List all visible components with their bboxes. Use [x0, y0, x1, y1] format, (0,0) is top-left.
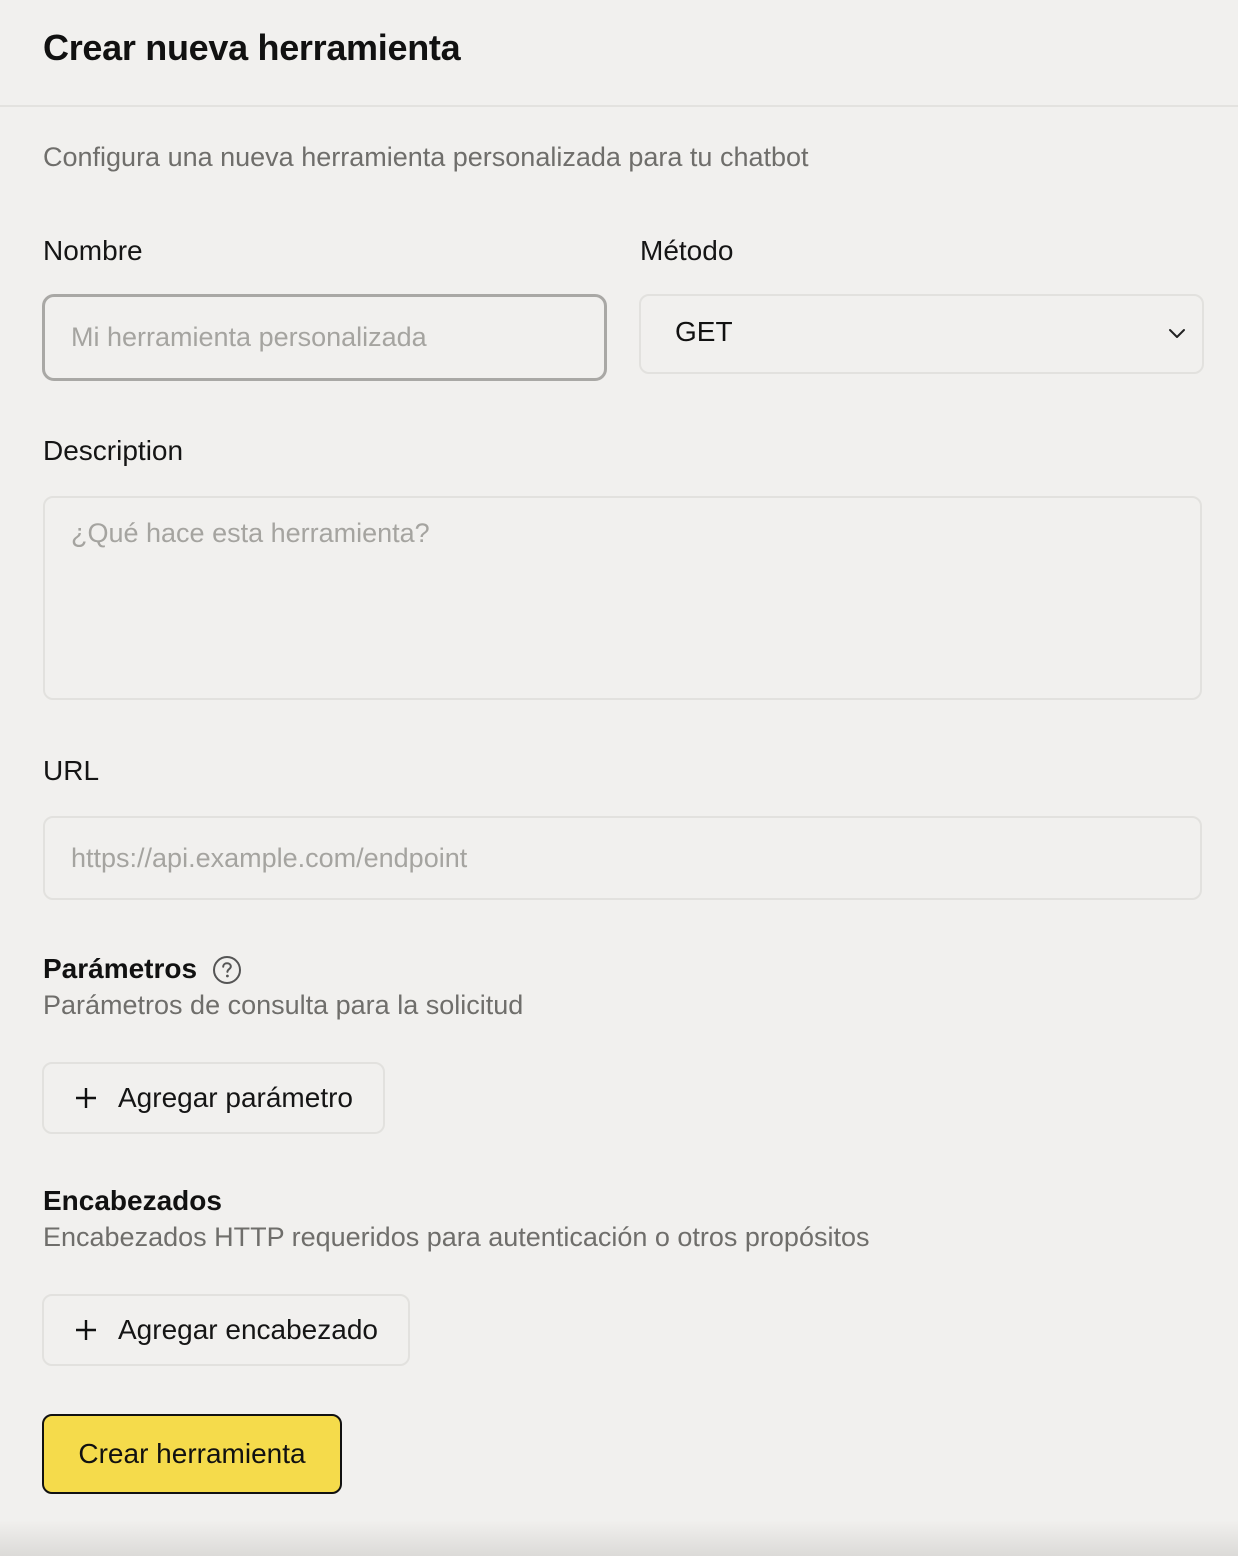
- chevron-down-icon: [1169, 329, 1185, 338]
- name-input[interactable]: [45, 297, 604, 378]
- url-label: URL: [43, 755, 100, 786]
- add-parameter-label: Agregar parámetro: [118, 1082, 354, 1113]
- name-field[interactable]: [42, 294, 607, 381]
- name-label: Nombre: [43, 235, 143, 266]
- parameters-description: Parámetros de consulta para la solicitud: [43, 990, 524, 1020]
- method-label: Método: [640, 235, 734, 266]
- plus-icon: [76, 1088, 96, 1108]
- description-textarea[interactable]: [45, 498, 1200, 698]
- add-header-label: Agregar encabezado: [118, 1314, 378, 1345]
- dialog-header: Crear nueva herramienta: [0, 0, 1238, 107]
- url-input[interactable]: [45, 818, 1200, 898]
- add-header-button[interactable]: Agregar encabezado: [42, 1294, 410, 1366]
- dialog-title: Crear nueva herramienta: [43, 27, 461, 68]
- form-subtitle: Configura una nueva herramienta personal…: [43, 142, 809, 172]
- create-tool-button[interactable]: Crear herramienta: [42, 1414, 342, 1494]
- bottom-scroll-shadow: [0, 1520, 1238, 1556]
- plus-icon: [76, 1320, 96, 1340]
- url-field[interactable]: [43, 816, 1202, 900]
- parameters-title: Parámetros: [43, 953, 198, 984]
- add-parameter-button[interactable]: Agregar parámetro: [42, 1062, 385, 1134]
- method-select[interactable]: GET: [639, 294, 1204, 374]
- create-tool-label: Crear herramienta: [78, 1438, 306, 1469]
- description-field[interactable]: [43, 496, 1202, 700]
- headers-title: Encabezados: [43, 1185, 222, 1216]
- method-selected-value: GET: [675, 316, 733, 347]
- question-circle-icon[interactable]: [212, 955, 242, 985]
- headers-description: Encabezados HTTP requeridos para autenti…: [43, 1222, 870, 1252]
- description-label: Description: [43, 435, 184, 466]
